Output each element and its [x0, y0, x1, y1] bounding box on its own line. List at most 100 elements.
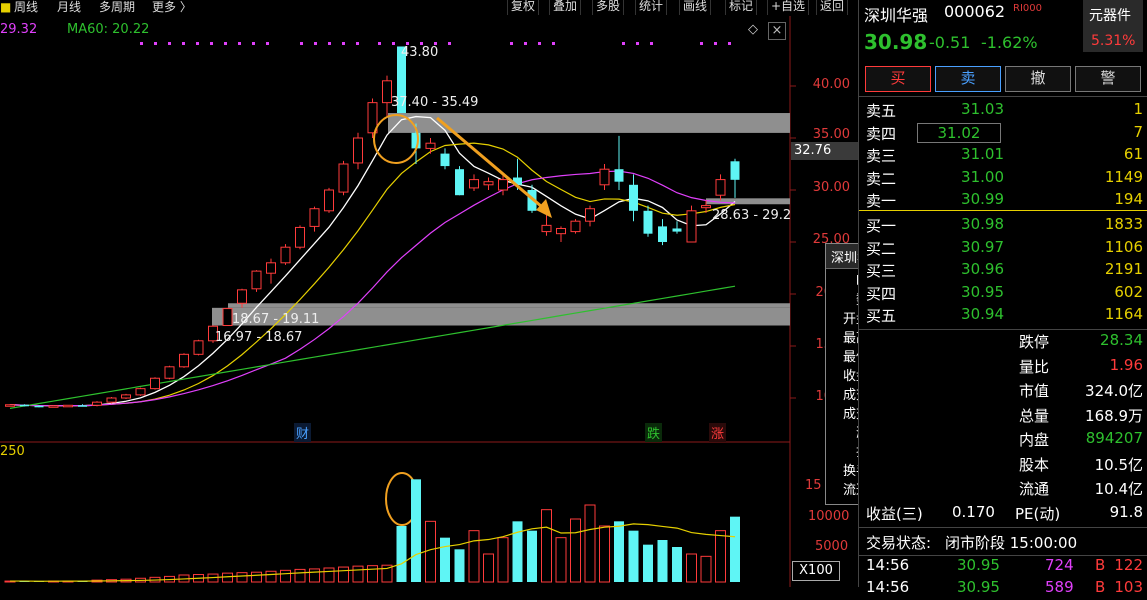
- overlay-button[interactable]: 叠加: [549, 0, 581, 15]
- bids-level-label: 买一: [866, 215, 896, 236]
- volume-axis-label: 5000: [815, 539, 848, 554]
- kline-chart-area[interactable]: ■ 周线 月线 多周期 更多 〉 复权 叠加 多股 统计 画线 标记 +自选 返…: [0, 0, 858, 587]
- stat-row: 跌停28.34: [859, 331, 1147, 353]
- candle-body: [644, 211, 653, 234]
- stat-value: 10.4亿: [1095, 478, 1143, 499]
- volume-bar: [643, 545, 653, 582]
- candle-body: [223, 309, 232, 326]
- signal-dot: [154, 42, 157, 45]
- asks-row[interactable]: 卖三31.0161: [859, 145, 1147, 167]
- bids-price: 30.94: [934, 305, 1004, 323]
- stat-label: 股本: [1019, 454, 1049, 475]
- candle-body: [122, 395, 131, 398]
- bids-price: 30.95: [934, 283, 1004, 301]
- bids-level-label: 买三: [866, 260, 896, 281]
- stat-row: 量比1.96: [859, 356, 1147, 378]
- bids-volume: 602: [1114, 283, 1143, 301]
- signal-dot: [356, 42, 359, 45]
- period-toolbar: ■ 周线 月线 多周期 更多 〉 复权 叠加 多股 统计 画线 标记 +自选 返…: [0, 0, 858, 16]
- range-annotation: 28.63 - 29.2: [712, 208, 791, 223]
- ma-legend-purple: 29.32: [0, 22, 37, 37]
- signal-dot: [510, 42, 513, 45]
- kline-chart[interactable]: [0, 0, 858, 587]
- fall-event-badge[interactable]: 跌: [645, 423, 662, 442]
- add-watchlist-button[interactable]: +自选: [767, 0, 809, 15]
- candle-body: [325, 190, 334, 211]
- volume-bar: [614, 521, 624, 582]
- rise-event-badge[interactable]: 涨: [709, 423, 726, 442]
- stat-row: 市值324.0亿: [859, 380, 1147, 402]
- candle-body: [426, 143, 435, 148]
- signal-dot: [252, 42, 255, 45]
- volume-bar: [266, 571, 276, 582]
- pe-value: 91.8: [1110, 503, 1143, 521]
- bids-volume: 2191: [1105, 260, 1143, 278]
- volume-bar: [237, 573, 247, 582]
- tab-monthly[interactable]: 月线: [57, 0, 81, 16]
- volume-bar: [281, 570, 291, 582]
- candle-body: [49, 406, 58, 408]
- volume-bar: [469, 531, 479, 582]
- tab-weekly[interactable]: 周线: [14, 0, 38, 16]
- ma10-line: [10, 143, 735, 406]
- candle-body: [571, 221, 580, 231]
- volume-bar: [571, 519, 581, 582]
- tick-count: 122: [1114, 556, 1143, 574]
- alert-button[interactable]: 警: [1075, 66, 1141, 92]
- volume-bar: [484, 554, 494, 582]
- volume-bar: [426, 521, 436, 582]
- bids-row[interactable]: 买一30.981833: [859, 215, 1147, 237]
- signal-dot: [140, 42, 143, 45]
- signal-dot: [210, 42, 213, 45]
- candle-body: [339, 164, 348, 192]
- asks-price: 31.01: [934, 145, 1004, 163]
- bids-row[interactable]: 买二30.971106: [859, 238, 1147, 260]
- bids-level-label: 买五: [866, 305, 896, 326]
- volume-bar: [658, 540, 668, 582]
- buy-button[interactable]: 买: [865, 66, 931, 92]
- candle-body: [673, 228, 682, 231]
- candle-body: [20, 405, 29, 407]
- bids-row[interactable]: 买三30.962191: [859, 260, 1147, 282]
- volume-bar: [701, 556, 711, 582]
- bids-row[interactable]: 买五30.941164: [859, 305, 1147, 327]
- tab-more[interactable]: 更多 〉: [152, 0, 192, 16]
- candle-body: [310, 209, 319, 227]
- asks-row[interactable]: 卖四31.027: [859, 123, 1147, 145]
- stat-value: 894207: [1086, 429, 1143, 447]
- asks-row[interactable]: 卖一30.99194: [859, 190, 1147, 212]
- asks-volume: 7: [1133, 123, 1143, 141]
- stat-label: 总量: [1019, 405, 1049, 426]
- finance-event-badge[interactable]: 财: [294, 423, 311, 442]
- close-panel-icon[interactable]: ×: [768, 22, 786, 40]
- stats-button[interactable]: 统计: [635, 0, 667, 15]
- bids-price: 30.98: [934, 215, 1004, 233]
- bids-row[interactable]: 买四30.95602: [859, 283, 1147, 305]
- stat-value: 1.96: [1110, 356, 1143, 374]
- fuquan-button[interactable]: 复权: [507, 0, 539, 15]
- sell-button[interactable]: 卖: [935, 66, 1001, 92]
- tab-multi-period[interactable]: 多周期: [99, 0, 135, 16]
- tick-count: 103: [1114, 578, 1143, 596]
- draw-line-button[interactable]: 画线: [679, 0, 711, 15]
- collapse-icon[interactable]: ◇: [748, 22, 758, 37]
- mark-button[interactable]: 标记: [725, 0, 757, 15]
- back-button[interactable]: 返回: [816, 0, 848, 15]
- price-axis-label: 10: [777, 389, 832, 404]
- asks-row[interactable]: 卖五31.031: [859, 100, 1147, 122]
- volume-bar: [455, 549, 465, 582]
- tick-price: 30.95: [957, 556, 1000, 574]
- candle-body: [658, 226, 667, 242]
- volume-bar: [411, 479, 421, 582]
- candle-body: [354, 138, 363, 163]
- sector-box[interactable]: 元器件 5.31%: [1083, 0, 1143, 52]
- cancel-order-button[interactable]: 撤: [1005, 66, 1071, 92]
- multi-stock-button[interactable]: 多股: [592, 0, 624, 15]
- status-row: 交易状态: 闭市阶段 15:00:00: [859, 532, 1147, 554]
- eps-row: 收益(三) 0.170 PE(动) 91.8: [859, 503, 1147, 525]
- candle-body: [441, 154, 450, 166]
- volume-bar: [716, 531, 726, 582]
- tick-side: B: [1095, 556, 1105, 574]
- divider: [859, 210, 1147, 211]
- asks-row[interactable]: 卖二31.001149: [859, 168, 1147, 190]
